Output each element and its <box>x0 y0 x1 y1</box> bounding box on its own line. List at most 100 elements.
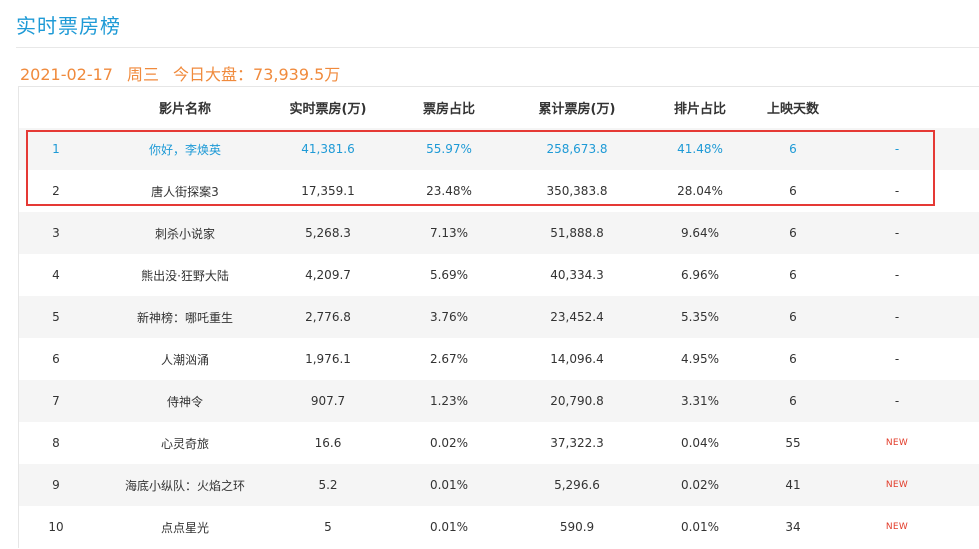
row-share: 3.76% <box>429 310 469 324</box>
row-rank: 10 <box>48 520 64 534</box>
row-share: 5.69% <box>429 268 469 282</box>
row-realtime: 2,776.8 <box>305 310 351 324</box>
row-rank: 4 <box>52 268 60 282</box>
row-film-name[interactable]: 心灵奇旅 <box>93 422 277 464</box>
row-rank: 1 <box>52 142 60 156</box>
table-row[interactable]: 7 侍神令 907.7 1.23% 20,790.8 3.31% 6 - <box>19 380 979 422</box>
row-total: 51,888.8 <box>550 226 604 240</box>
table-header: 影片名称 实时票房(万) 票房占比 累计票房(万) 排片占比 上映天数 <box>19 87 979 128</box>
header-days-showing[interactable]: 上映天数 <box>765 87 821 128</box>
row-total: 258,673.8 <box>546 142 608 156</box>
row-schedule: 6.96% <box>680 268 720 282</box>
row-tag: - <box>894 226 900 240</box>
table-row[interactable]: 3 刺杀小说家 5,268.3 7.13% 51,888.8 9.64% 6 - <box>19 212 979 254</box>
summary-label: 今日大盘： <box>173 65 254 84</box>
row-tag: - <box>894 268 900 282</box>
row-rank: 9 <box>52 478 60 492</box>
row-rank: 6 <box>52 352 60 366</box>
header-realtime-box-office[interactable]: 实时票房(万) <box>277 87 379 128</box>
new-badge: NEW <box>885 480 909 490</box>
row-share: 0.02% <box>429 436 469 450</box>
row-schedule: 9.64% <box>680 226 720 240</box>
row-days: 6 <box>789 142 797 156</box>
row-film-name[interactable]: 侍神令 <box>93 380 277 422</box>
row-realtime: 41,381.6 <box>301 142 355 156</box>
row-total: 37,322.3 <box>550 436 604 450</box>
row-film-name[interactable]: 海底小纵队：火焰之环 <box>93 464 277 506</box>
row-days: 6 <box>789 184 797 198</box>
row-rank: 2 <box>52 184 60 198</box>
row-realtime: 5,268.3 <box>305 226 351 240</box>
table-row[interactable]: 10 点点星光 5 0.01% 590.9 0.01% 34 NEW <box>19 506 979 548</box>
row-days: 6 <box>789 310 797 324</box>
row-realtime: 16.6 <box>314 436 342 450</box>
row-days: 6 <box>789 352 797 366</box>
header-rank <box>19 87 93 128</box>
row-film-name[interactable]: 点点星光 <box>93 506 277 548</box>
row-days: 6 <box>789 226 797 240</box>
row-share: 23.48% <box>426 184 472 198</box>
row-share: 55.97% <box>426 142 472 156</box>
table-row[interactable]: 6 人潮汹涌 1,976.1 2.67% 14,096.4 4.95% 6 - <box>19 338 979 380</box>
row-total: 14,096.4 <box>550 352 604 366</box>
row-tag: - <box>894 310 900 324</box>
row-days: 41 <box>785 478 801 492</box>
new-badge: NEW <box>885 522 909 532</box>
table-row[interactable]: 1 你好，李焕英 41,381.6 55.97% 258,673.8 41.48… <box>19 128 979 170</box>
row-realtime: 907.7 <box>310 394 346 408</box>
row-tag: - <box>894 142 900 156</box>
row-total: 20,790.8 <box>550 394 604 408</box>
summary-value: 73,939.5万 <box>253 65 341 84</box>
row-rank: 5 <box>52 310 60 324</box>
row-film-name[interactable]: 熊出没·狂野大陆 <box>93 254 277 296</box>
row-film-name[interactable]: 你好，李焕英 <box>93 128 277 170</box>
summary-weekday: 周三 <box>126 65 159 84</box>
row-rank: 3 <box>52 226 60 240</box>
row-realtime: 17,359.1 <box>301 184 355 198</box>
header-box-office-share[interactable]: 票房占比 <box>379 87 519 128</box>
row-realtime: 5.2 <box>318 478 338 492</box>
table-row[interactable]: 5 新神榜：哪吒重生 2,776.8 3.76% 23,452.4 5.35% … <box>19 296 979 338</box>
table-row[interactable]: 4 熊出没·狂野大陆 4,209.7 5.69% 40,334.3 6.96% … <box>19 254 979 296</box>
header-schedule-share[interactable]: 排片占比 <box>635 87 765 128</box>
row-total: 590.9 <box>559 520 595 534</box>
row-total: 23,452.4 <box>550 310 604 324</box>
row-tag: - <box>894 184 900 198</box>
row-film-name[interactable]: 新神榜：哪吒重生 <box>93 296 277 338</box>
row-rank: 8 <box>52 436 60 450</box>
row-total: 40,334.3 <box>550 268 604 282</box>
row-total: 350,383.8 <box>546 184 608 198</box>
row-schedule: 0.02% <box>680 478 720 492</box>
row-share: 7.13% <box>429 226 469 240</box>
box-office-table: 影片名称 实时票房(万) 票房占比 累计票房(万) 排片占比 上映天数 1 你好… <box>18 86 979 548</box>
summary-date: 2021-02-17 <box>20 65 113 84</box>
box-office-summary: 2021-02-17 周三 今日大盘：73,939.5万 <box>20 61 354 85</box>
row-film-name[interactable]: 人潮汹涌 <box>93 338 277 380</box>
page-title: 实时票房榜 <box>16 14 121 38</box>
row-schedule: 0.01% <box>680 520 720 534</box>
row-tag: - <box>894 394 900 408</box>
header-total-box-office[interactable]: 累计票房(万) <box>519 87 635 128</box>
new-badge: NEW <box>885 438 909 448</box>
header-film-name[interactable]: 影片名称 <box>93 87 277 128</box>
row-schedule: 41.48% <box>677 142 723 156</box>
title-divider <box>16 47 979 48</box>
row-film-name[interactable]: 唐人街探案3 <box>93 170 277 212</box>
row-realtime: 1,976.1 <box>305 352 351 366</box>
row-days: 34 <box>785 520 801 534</box>
row-realtime: 5 <box>324 520 332 534</box>
table-row[interactable]: 9 海底小纵队：火焰之环 5.2 0.01% 5,296.6 0.02% 41 … <box>19 464 979 506</box>
row-film-name[interactable]: 刺杀小说家 <box>93 212 277 254</box>
table-row[interactable]: 8 心灵奇旅 16.6 0.02% 37,322.3 0.04% 55 NEW <box>19 422 979 464</box>
row-schedule: 4.95% <box>680 352 720 366</box>
table-row[interactable]: 2 唐人街探案3 17,359.1 23.48% 350,383.8 28.04… <box>19 170 979 212</box>
row-days: 6 <box>789 268 797 282</box>
row-realtime: 4,209.7 <box>305 268 351 282</box>
row-schedule: 5.35% <box>680 310 720 324</box>
row-schedule: 28.04% <box>677 184 723 198</box>
row-share: 0.01% <box>429 520 469 534</box>
row-schedule: 3.31% <box>680 394 720 408</box>
row-total: 5,296.6 <box>554 478 600 492</box>
row-share: 1.23% <box>429 394 469 408</box>
row-schedule: 0.04% <box>680 436 720 450</box>
